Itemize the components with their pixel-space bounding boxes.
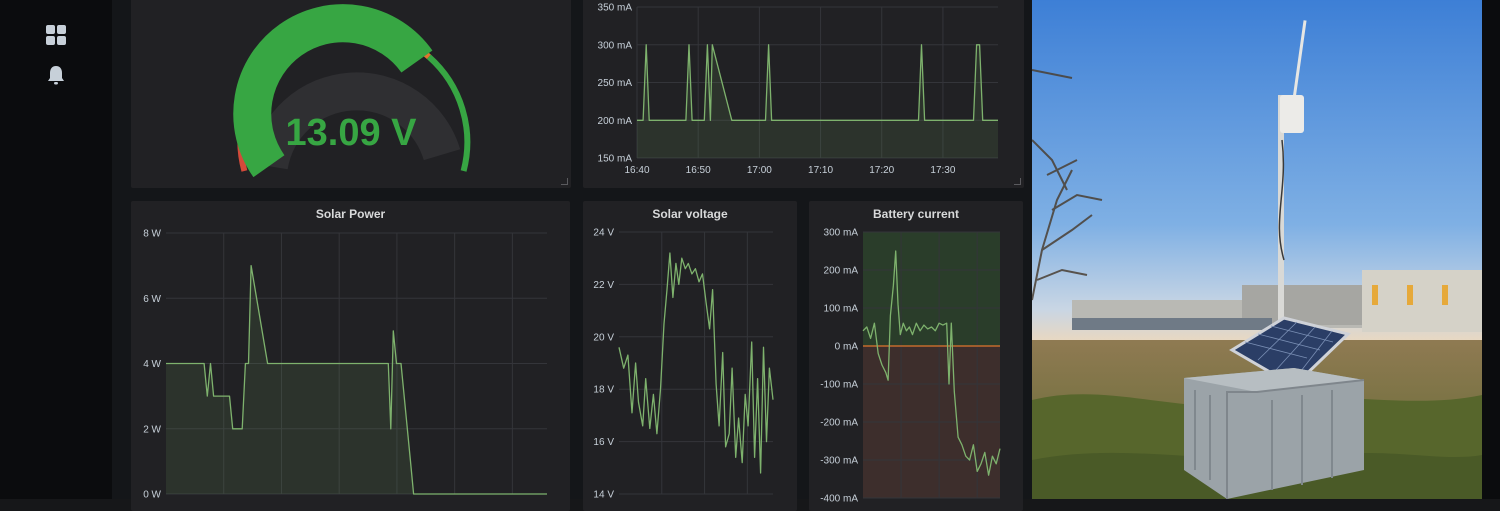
y-tick-label: 300 mA [824, 228, 859, 239]
solar-power-chart: 0 W2 W4 W6 W8 W [143, 229, 547, 501]
y-tick-label: 200 mA [824, 266, 859, 277]
y-tick-label: 300 mA [598, 40, 633, 51]
y-tick-label: 350 mA [598, 3, 633, 14]
dashboard: 13.09 V 150 mA 200 mA 250 mA 300 mA 350 mA 16… [112, 0, 1032, 511]
series-area [166, 265, 547, 494]
x-tick-label: 16:50 [686, 165, 711, 176]
solar-power-panel[interactable]: Solar Power 0 W2 W4 W6 W8 W [131, 201, 570, 511]
solar-current-panel[interactable]: 150 mA 200 mA 250 mA 300 mA 350 mA 16:40 16:50… [583, 0, 1024, 188]
y-tick-label: 2 W [143, 424, 161, 435]
y-tick-label: 22 V [593, 280, 614, 291]
y-tick-label: 150 mA [598, 154, 633, 165]
solar-voltage-chart: 14 V16 V18 V20 V22 V24 V [593, 228, 774, 501]
x-tick-label: 17:00 [747, 165, 772, 176]
panel-title: Battery current [872, 207, 960, 221]
y-tick-label: -100 mA [820, 380, 858, 391]
y-tick-label: 20 V [593, 332, 614, 343]
y-tick-label: -400 mA [820, 494, 858, 505]
y-tick-label: 18 V [593, 385, 614, 396]
threshold-positive-region [863, 232, 1000, 346]
series-line [618, 252, 774, 474]
gauge-value: 13.09 V [285, 112, 417, 154]
dashboard-grid-icon[interactable] [44, 23, 68, 47]
y-tick-label: -300 mA [820, 456, 858, 467]
panel-resize-handle[interactable] [561, 178, 568, 185]
solar-current-chart: 150 mA 200 mA 250 mA 300 mA 350 mA 16:40 16:50… [598, 3, 998, 176]
battery-current-panel[interactable]: Battery current -400 mA -300 mA -200 mA -10… [809, 201, 1023, 511]
sidebar [0, 0, 112, 499]
y-tick-label: 250 mA [598, 78, 633, 89]
panel-resize-handle[interactable] [1014, 178, 1021, 185]
battery-current-chart: -400 mA -300 mA -200 mA -100 mA 0 mA 100 mA 20… [820, 228, 1001, 505]
y-tick-label: -200 mA [820, 418, 858, 429]
panel-title: Solar Power [315, 207, 386, 221]
y-tick-label: 6 W [143, 294, 161, 305]
y-tick-label: 100 mA [824, 304, 859, 315]
x-tick-label: 17:30 [930, 165, 955, 176]
x-tick-label: 17:20 [869, 165, 894, 176]
y-tick-label: 4 W [143, 359, 161, 370]
y-tick-label: 16 V [593, 437, 614, 448]
y-tick-label: 24 V [593, 228, 614, 239]
solar-gateway-photo [1032, 0, 1482, 499]
y-tick-label: 8 W [143, 229, 161, 240]
gauge-svg [233, 4, 471, 178]
battery-voltage-gauge-panel[interactable]: 13.09 V [131, 0, 571, 188]
y-tick-label: 0 mA [835, 342, 859, 353]
x-tick-label: 17:10 [808, 165, 833, 176]
x-tick-label: 16:40 [624, 165, 649, 176]
solar-voltage-panel[interactable]: Solar voltage 14 V 16 V 18 V 20 V 22 V 24 V [583, 201, 797, 511]
screen-edge [1482, 0, 1500, 499]
bell-icon[interactable] [44, 63, 68, 87]
panel-title: Solar voltage [652, 207, 728, 221]
y-tick-label: 200 mA [598, 116, 633, 127]
